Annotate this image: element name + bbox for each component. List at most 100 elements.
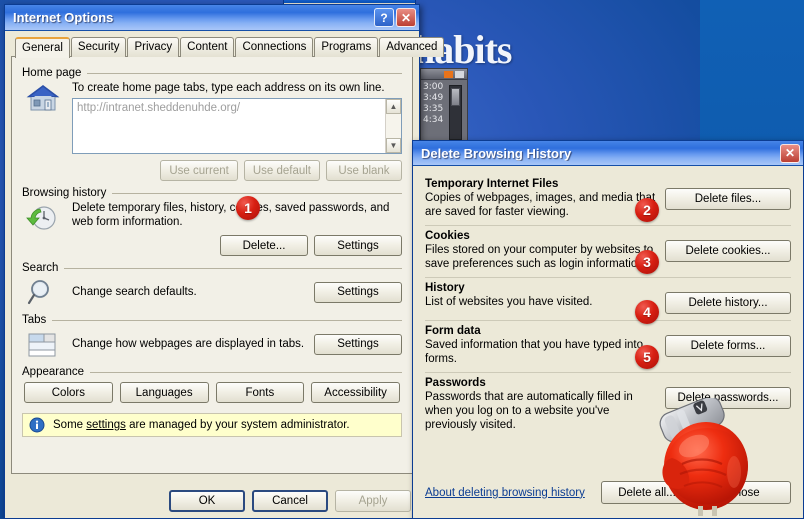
gadget-gray-button-icon <box>455 71 464 78</box>
appearance-group-label: Appearance <box>22 366 85 378</box>
temporary-internet-files-heading: Temporary Internet Files <box>425 178 559 190</box>
search-settings-button[interactable]: Settings <box>314 281 402 303</box>
internet-options-dialog[interactable]: Internet Options ? ✕ General Security Pr… <box>4 4 445 519</box>
use-blank-button[interactable]: Use blank <box>326 160 402 181</box>
divider <box>52 319 402 321</box>
home-page-url-value[interactable]: http://intranet.sheddenuhde.org/ <box>73 99 385 153</box>
languages-button[interactable]: Languages <box>119 382 209 403</box>
about-deleting-browsing-history-link[interactable]: About deleting browsing history <box>425 487 595 499</box>
admin-notice-prefix: Some <box>53 419 87 431</box>
home-page-button-row: Use current Use default Use blank <box>72 160 402 181</box>
passwords-section: Passwords Passwords that are automatical… <box>425 372 791 438</box>
gadget-slider[interactable] <box>449 85 462 140</box>
appearance-group-header: Appearance <box>22 366 402 378</box>
search-group-header: Search <box>22 262 402 274</box>
delete-browsing-history-dialog[interactable]: Delete Browsing History ✕ Temporary Inte… <box>412 140 804 519</box>
tab-strip[interactable]: General Security Privacy Content Connect… <box>11 35 445 58</box>
fonts-button[interactable]: Fonts <box>215 382 305 403</box>
window-title: Delete Browsing History <box>421 145 572 161</box>
help-icon[interactable]: ? <box>374 8 394 27</box>
temporary-internet-files-description: Copies of webpages, images, and media th… <box>425 192 656 218</box>
cookies-section: Cookies Files stored on your computer by… <box>425 225 791 277</box>
internet-options-titlebar[interactable]: Internet Options ? ✕ <box>5 5 419 31</box>
tab-privacy[interactable]: Privacy <box>127 37 180 57</box>
apply-button[interactable]: Apply <box>335 490 411 512</box>
home-page-description: To create home page tabs, type each addr… <box>72 82 385 94</box>
tab-advanced[interactable]: Advanced <box>379 37 445 57</box>
delete-forms-button[interactable]: Delete forms... <box>665 335 791 357</box>
history-section: History List of websites you have visite… <box>425 277 791 324</box>
home-page-url-input[interactable]: http://intranet.sheddenuhde.org/ ▲ ▼ <box>72 98 402 154</box>
history-description: List of websites you have visited. <box>425 296 593 308</box>
tabs-group-header: Tabs <box>22 314 402 326</box>
home-page-group-label: Home page <box>22 67 82 79</box>
home-page-scrollbar[interactable]: ▲ ▼ <box>385 99 401 153</box>
form-data-heading: Form data <box>425 325 481 337</box>
settings-link[interactable]: settings <box>86 419 126 431</box>
accessibility-button[interactable]: Accessibility <box>311 382 400 403</box>
tab-security[interactable]: Security <box>70 37 127 57</box>
tab-content[interactable]: Content <box>180 37 235 57</box>
cookies-heading: Cookies <box>425 230 470 242</box>
browsing-history-group-label: Browsing history <box>22 187 107 199</box>
tabs-group-label: Tabs <box>22 314 47 326</box>
info-icon <box>29 417 45 433</box>
temporary-internet-files-section: Temporary Internet Files Copies of webpa… <box>425 174 791 225</box>
chevron-up-icon[interactable]: ▲ <box>386 99 401 114</box>
clock-refresh-icon <box>26 201 72 256</box>
search-group-label: Search <box>22 262 59 274</box>
cancel-button[interactable]: Cancel <box>252 490 328 512</box>
tab-general[interactable]: General <box>15 37 70 58</box>
browsing-history-group-header: Browsing history <box>22 187 402 199</box>
gadget-slider-knob[interactable] <box>451 88 460 106</box>
general-tab-panel: Home page To create home page tabs, type… <box>11 56 413 474</box>
delete-browsing-history-footer: About deleting browsing history Delete a… <box>425 481 791 504</box>
tabs-settings-button[interactable]: Settings <box>314 333 402 355</box>
tab-programs[interactable]: Programs <box>314 37 379 57</box>
home-page-group-header: Home page <box>22 67 402 79</box>
delete-browsing-history-titlebar[interactable]: Delete Browsing History ✕ <box>413 141 803 166</box>
browsing-history-button-row: Delete... Settings <box>72 235 402 256</box>
delete-cookies-button[interactable]: Delete cookies... <box>665 240 791 262</box>
scrollbar-track[interactable] <box>386 114 401 138</box>
tab-connections[interactable]: Connections <box>235 37 314 57</box>
divider <box>64 267 402 269</box>
chevron-down-icon[interactable]: ▼ <box>386 138 401 153</box>
form-data-section: Form data Saved information that you hav… <box>425 320 791 372</box>
delete-files-button[interactable]: Delete files... <box>665 188 791 210</box>
annotation-badge-2: 2 <box>635 198 659 222</box>
browsing-history-group: Browsing history Delete temporary files,… <box>22 183 402 256</box>
appearance-group: Appearance Colors Languages Fonts Access… <box>22 362 402 403</box>
gadget-orange-button-icon <box>444 71 453 78</box>
house-icon <box>26 81 72 181</box>
delete-all-button[interactable]: Delete all... <box>601 481 693 504</box>
appearance-button-row: Colors Languages Fonts Accessibility <box>22 380 402 403</box>
delete-history-button[interactable]: Delete history... <box>665 292 791 314</box>
close-icon[interactable]: ✕ <box>396 8 416 27</box>
admin-notice-suffix: are managed by your system administrator… <box>125 419 350 431</box>
colors-button[interactable]: Colors <box>24 382 113 403</box>
divider <box>90 371 402 373</box>
browsing-history-settings-button[interactable]: Settings <box>314 235 402 256</box>
use-default-button[interactable]: Use default <box>243 160 320 181</box>
close-icon[interactable]: ✕ <box>780 143 800 163</box>
form-data-description: Saved information that you have typed in… <box>425 339 644 365</box>
history-heading: History <box>425 282 465 294</box>
tabs-group: Tabs Change how webpages are displayed i <box>22 310 402 360</box>
close-button[interactable]: Close <box>699 481 791 504</box>
search-group: Search Change search defaults. Settings <box>22 258 402 308</box>
use-current-button[interactable]: Use current <box>160 160 238 181</box>
admin-notice-text: Some settings are managed by your system… <box>53 419 350 431</box>
annotation-badge-3: 3 <box>635 250 659 274</box>
window-title: Internet Options <box>13 10 114 25</box>
background-window-titlebar[interactable]: ✕ <box>284 0 415 3</box>
cookies-description: Files stored on your computer by website… <box>425 244 654 270</box>
annotation-badge-5: 5 <box>635 345 659 369</box>
delete-browsing-history-button[interactable]: Delete... <box>220 235 308 256</box>
delete-passwords-button[interactable]: Delete passwords... <box>665 387 791 409</box>
ok-button[interactable]: OK <box>169 490 245 512</box>
tabs-icon <box>26 328 72 360</box>
background-gadget-panel: 3:00 3:49 3:35 4:34 <box>420 68 468 144</box>
search-description: Change search defaults. <box>72 286 197 298</box>
internet-options-footer: OK Cancel Apply <box>5 490 419 512</box>
